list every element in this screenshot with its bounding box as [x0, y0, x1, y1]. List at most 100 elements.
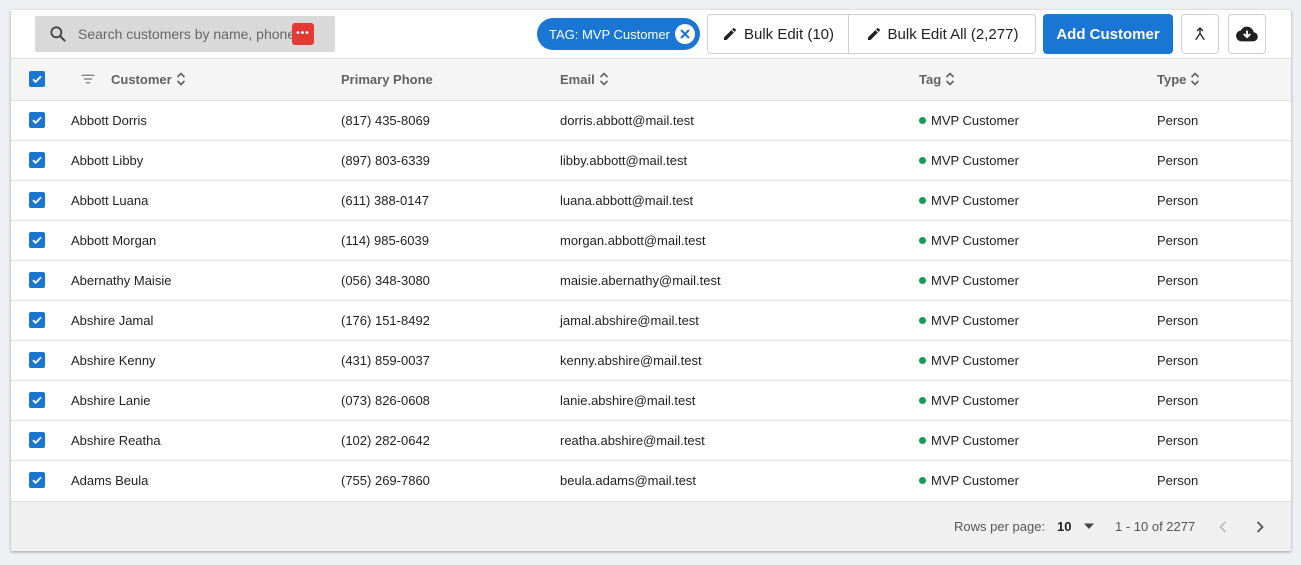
header-phone-label: Primary Phone: [341, 71, 433, 87]
header-phone: Primary Phone: [341, 59, 560, 100]
status-dot-icon: [919, 156, 926, 164]
sort-icon[interactable]: [945, 71, 955, 87]
table-row[interactable]: Adams Beula (755) 269-7860 beula.adams@m…: [11, 460, 1291, 500]
tag-cell: MVP Customer: [919, 380, 1157, 420]
table-row[interactable]: Abernathy Maisie (056) 348-3080 maisie.a…: [11, 260, 1291, 300]
customer-name[interactable]: Abshire Kenny: [71, 340, 341, 380]
header-type[interactable]: Type: [1157, 59, 1291, 100]
customers-card: ••• TAG: MVP Customer Bulk Edit (10): [11, 10, 1291, 551]
chip-remove-icon[interactable]: [675, 24, 695, 44]
sort-icon[interactable]: [1190, 71, 1200, 87]
customer-name[interactable]: Abernathy Maisie: [71, 260, 341, 300]
row-checkbox[interactable]: [29, 272, 45, 288]
primary-phone: (073) 826-0608: [341, 392, 430, 408]
download-button[interactable]: [1228, 14, 1266, 54]
status-dot-icon: [919, 356, 926, 364]
row-checkbox[interactable]: [29, 392, 45, 408]
tag-cell: MVP Customer: [919, 140, 1157, 180]
cloud-download-icon: [1236, 26, 1258, 42]
bulk-edit-button[interactable]: Bulk Edit (10): [708, 15, 849, 53]
select-all-checkbox[interactable]: [29, 71, 45, 88]
customer-name[interactable]: Abbott Morgan: [71, 220, 341, 260]
row-checkbox[interactable]: [29, 152, 45, 168]
tag-cell: MVP Customer: [919, 260, 1157, 300]
search-input[interactable]: [76, 25, 302, 43]
sort-icon[interactable]: [599, 71, 609, 87]
status-dot-icon: [919, 476, 926, 484]
row-checkbox[interactable]: [29, 312, 45, 328]
primary-phone: (102) 282-0642: [341, 432, 430, 448]
tag-label: MVP Customer: [931, 232, 1019, 248]
email: morgan.abbott@mail.test: [560, 232, 706, 248]
select-all-cell: [11, 59, 71, 100]
primary-phone: (114) 985-6039: [341, 232, 429, 248]
email: libby.abbott@mail.test: [560, 152, 688, 168]
table-row[interactable]: Abshire Kenny (431) 859-0037 kenny.abshi…: [11, 340, 1291, 380]
table-row[interactable]: Abshire Reatha (102) 282-0642 reatha.abs…: [11, 420, 1291, 460]
rows-per-page-select[interactable]: 10: [1057, 519, 1071, 534]
rows-per-page-label: Rows per page:: [954, 519, 1046, 534]
customer-name[interactable]: Abshire Lanie: [71, 380, 341, 420]
chevron-right-icon[interactable]: [1250, 517, 1270, 537]
primary-phone: (431) 859-0037: [341, 352, 430, 368]
row-checkbox[interactable]: [29, 112, 45, 128]
bulk-edit-label: Bulk Edit (10): [743, 25, 835, 43]
customer-type: Person: [1157, 432, 1199, 448]
filter-list-icon[interactable]: [79, 70, 97, 88]
sort-icon[interactable]: [176, 71, 186, 87]
email: maisie.abernathy@mail.test: [560, 272, 721, 288]
tag-cell: MVP Customer: [919, 220, 1157, 260]
tag-cell: MVP Customer: [919, 340, 1157, 380]
password-manager-icon[interactable]: •••: [292, 23, 314, 45]
table-row[interactable]: Abshire Jamal (176) 151-8492 jamal.abshi…: [11, 300, 1291, 340]
customer-name[interactable]: Abbott Libby: [71, 140, 341, 180]
tag-label: MVP Customer: [931, 392, 1019, 408]
tag-label: MVP Customer: [931, 112, 1019, 128]
status-dot-icon: [919, 196, 926, 204]
row-checkbox[interactable]: [29, 192, 45, 208]
email: jamal.abshire@mail.test: [560, 312, 699, 328]
customer-name[interactable]: Abshire Jamal: [71, 300, 341, 340]
filter-chip-label: TAG: MVP Customer: [549, 26, 670, 42]
add-customer-button[interactable]: Add Customer: [1043, 14, 1173, 54]
header-customer[interactable]: Customer: [71, 59, 341, 100]
row-checkbox[interactable]: [29, 472, 45, 489]
bulk-edit-all-label: Bulk Edit All (2,277): [887, 25, 1019, 43]
header-email[interactable]: Email: [560, 59, 919, 100]
tag-label: MVP Customer: [931, 192, 1019, 208]
pencil-icon: [867, 27, 880, 40]
tag-label: MVP Customer: [931, 272, 1019, 288]
customer-type: Person: [1157, 312, 1199, 328]
customer-name[interactable]: Abshire Reatha: [71, 420, 341, 460]
table-row[interactable]: Abbott Libby (897) 803-6339 libby.abbott…: [11, 140, 1291, 180]
caret-down-icon[interactable]: [1083, 520, 1095, 532]
email: reatha.abshire@mail.test: [560, 432, 705, 448]
table-row[interactable]: Abbott Morgan (114) 985-6039 morgan.abbo…: [11, 220, 1291, 260]
customer-name[interactable]: Abbott Luana: [71, 180, 341, 220]
tag-cell: MVP Customer: [919, 420, 1157, 460]
customer-name[interactable]: Adams Beula: [71, 460, 341, 500]
bulk-edit-all-button[interactable]: Bulk Edit All (2,277): [849, 15, 1035, 53]
customer-name[interactable]: Abbott Dorris: [71, 100, 341, 140]
status-dot-icon: [919, 316, 926, 324]
filter-chip-tag[interactable]: TAG: MVP Customer: [537, 18, 700, 50]
merge-button[interactable]: [1181, 14, 1219, 54]
search-box[interactable]: •••: [35, 16, 335, 52]
customer-type: Person: [1157, 152, 1199, 168]
header-customer-label: Customer: [111, 71, 172, 87]
row-checkbox[interactable]: [29, 352, 45, 368]
table-row[interactable]: Abbott Dorris (817) 435-8069 dorris.abbo…: [11, 100, 1291, 140]
primary-phone: (056) 348-3080: [341, 272, 430, 288]
email: luana.abbott@mail.test: [560, 192, 694, 208]
customer-type: Person: [1157, 352, 1199, 368]
primary-phone: (897) 803-6339: [341, 152, 430, 168]
header-tag[interactable]: Tag: [919, 59, 1157, 100]
row-checkbox[interactable]: [29, 232, 45, 248]
table-row[interactable]: Abbott Luana (611) 388-0147 luana.abbott…: [11, 180, 1291, 220]
table-row[interactable]: Abshire Lanie (073) 826-0608 lanie.abshi…: [11, 380, 1291, 420]
primary-phone: (755) 269-7860: [341, 472, 430, 488]
row-checkbox[interactable]: [29, 432, 45, 448]
chevron-left-icon[interactable]: [1213, 517, 1233, 537]
tag-cell: MVP Customer: [919, 300, 1157, 340]
status-dot-icon: [919, 436, 926, 444]
